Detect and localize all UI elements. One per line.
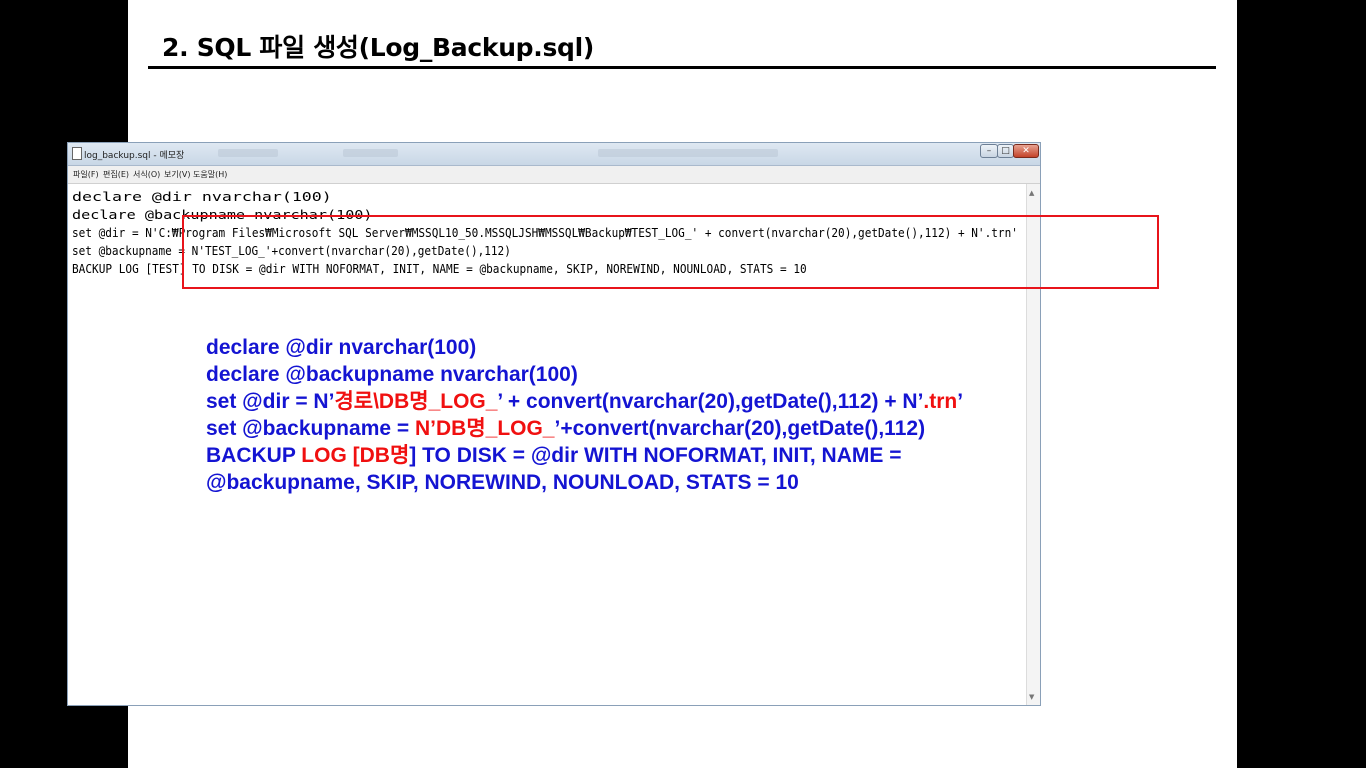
- blurred-taskbar-item: [218, 149, 278, 157]
- scroll-up-icon[interactable]: ▲: [1029, 189, 1034, 197]
- notepad-menubar: 파일(F) 편집(E) 서식(O) 보기(V) 도움말(H): [68, 166, 1040, 184]
- explanation-highlight: .trn: [923, 390, 958, 413]
- title-underline: [148, 66, 1216, 69]
- explanation-text: BACKUP: [206, 444, 302, 467]
- notepad-titlebar[interactable]: log_backup.sql - 메모장 – □ ✕: [68, 143, 1040, 166]
- document-icon: [72, 147, 82, 160]
- menu-view[interactable]: 보기(V): [164, 169, 190, 180]
- scroll-down-icon[interactable]: ▼: [1029, 693, 1034, 701]
- explanation-line: @backupname, SKIP, NOREWIND, NOUNLOAD, S…: [206, 471, 799, 494]
- explanation-highlight: N’DB명_LOG_: [414, 417, 555, 440]
- close-button[interactable]: ✕: [1013, 144, 1039, 158]
- explanation-text: ’: [957, 390, 964, 413]
- menu-file[interactable]: 파일(F): [73, 169, 99, 180]
- explanation-line: declare @dir nvarchar(100): [206, 336, 477, 359]
- explanation-highlight: LOG [DB명: [301, 444, 410, 467]
- explanation-highlight: 경로\DB명_LOG_: [334, 390, 498, 413]
- blurred-taskbar-item: [343, 149, 398, 157]
- explanation-line: BACKUP LOG [DB명] TO DISK = @dir WITH NOF…: [206, 443, 902, 469]
- explanation-text: ] TO DISK = @dir WITH NOFORMAT, INIT, NA…: [409, 444, 902, 467]
- explanation-text: set @dir = N’: [206, 390, 335, 413]
- explanation-text: set @backupname =: [206, 417, 415, 440]
- code-line: declare @dir nvarchar(100): [72, 190, 332, 204]
- menu-format[interactable]: 서식(O): [133, 169, 160, 180]
- minimize-button[interactable]: –: [980, 144, 998, 158]
- slide-title: 2. SQL 파일 생성(Log_Backup.sql): [162, 33, 595, 62]
- explanation-line: declare @backupname nvarchar(100): [206, 363, 578, 386]
- highlight-box: [182, 215, 1159, 289]
- maximize-button[interactable]: □: [997, 144, 1014, 158]
- menu-help[interactable]: 도움말(H): [193, 169, 227, 180]
- blurred-taskbar-item: [598, 149, 778, 157]
- explanation-text: ’+convert(nvarchar(20),getDate(),112): [554, 417, 926, 440]
- explanation-line: set @backupname = N’DB명_LOG_’+convert(nv…: [206, 416, 925, 442]
- menu-edit[interactable]: 편집(E): [103, 169, 129, 180]
- explanation-text: ’ + convert(nvarchar(20),getDate(),112) …: [497, 390, 924, 413]
- explanation-line: set @dir = N’경로\DB명_LOG_’ + convert(nvar…: [206, 389, 963, 415]
- notepad-window-title: log_backup.sql - 메모장: [84, 151, 185, 161]
